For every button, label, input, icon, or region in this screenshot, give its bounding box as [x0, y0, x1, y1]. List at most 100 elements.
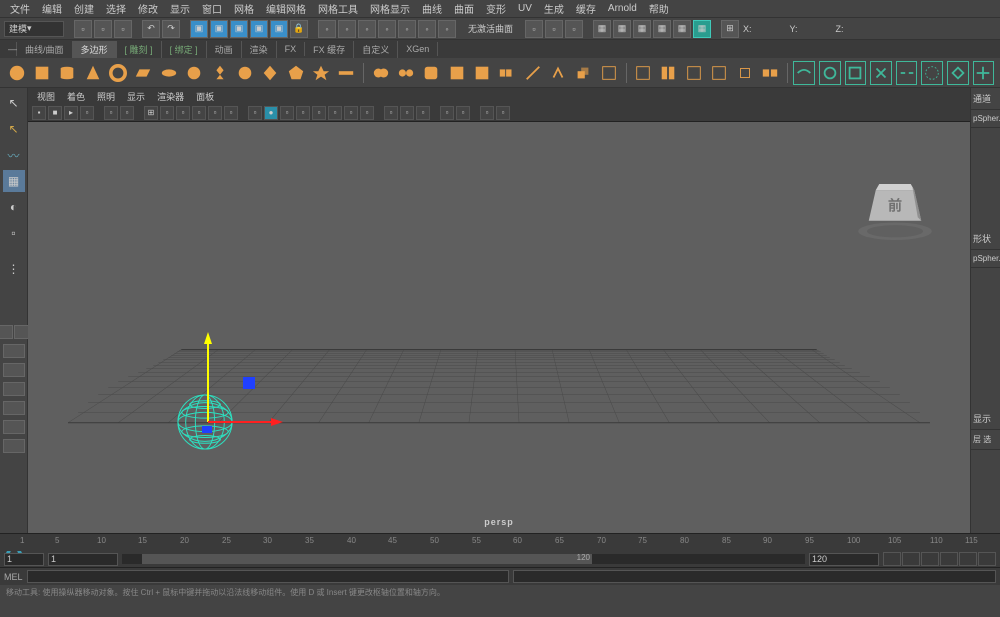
layout-button-1[interactable]: ▦ — [593, 20, 611, 38]
vp-img-plane-button[interactable]: ▫ — [80, 106, 94, 120]
script-type-label[interactable]: MEL — [4, 572, 23, 582]
vp-renderer-button[interactable]: ▫ — [480, 106, 494, 120]
polycylinder-icon[interactable] — [57, 61, 78, 85]
layout-button-2[interactable]: ▦ — [613, 20, 631, 38]
vp-select-camera-button[interactable]: ▪ — [32, 106, 46, 120]
menu-display[interactable]: 显示 — [164, 1, 196, 16]
vp-field-chart-button[interactable]: ▫ — [208, 106, 222, 120]
move-tool[interactable]: ▦ — [3, 170, 25, 192]
polysphere-icon[interactable] — [6, 61, 27, 85]
select-by-hierarchy-button[interactable]: ▣ — [230, 20, 248, 38]
play-forward-button[interactable] — [940, 552, 958, 566]
new-scene-button[interactable]: ▫ — [74, 20, 92, 38]
vp-2d-pan-button[interactable]: ▫ — [104, 106, 118, 120]
vp-wireframe-button[interactable]: ▫ — [248, 106, 262, 120]
multicut-icon[interactable] — [522, 61, 543, 85]
menu-cache[interactable]: 缓存 — [570, 1, 602, 16]
polycone-icon[interactable] — [82, 61, 103, 85]
extrude-icon[interactable] — [573, 61, 594, 85]
polygear-icon[interactable] — [234, 61, 255, 85]
layout-preset-1[interactable] — [3, 344, 25, 358]
shelf-tab-sculpt[interactable]: [ 雕刻 ] — [117, 41, 162, 58]
viewcube[interactable]: 前 — [850, 177, 940, 247]
polytorus-icon[interactable] — [107, 61, 128, 85]
shelf-collapse-button[interactable]: — — [0, 42, 17, 56]
vp-xray-button[interactable]: ▫ — [384, 106, 398, 120]
bevel-icon[interactable] — [632, 61, 653, 85]
vp-xray-joints-button[interactable]: ▫ — [400, 106, 414, 120]
undo-button[interactable]: ↶ — [142, 20, 160, 38]
menu-meshtools[interactable]: 网格工具 — [312, 1, 364, 16]
offset-edge-icon[interactable] — [708, 61, 729, 85]
rotate-tool[interactable]: ◐ — [3, 196, 25, 218]
menu-meshdisplay[interactable]: 网格显示 — [364, 1, 416, 16]
menu-mesh[interactable]: 网格 — [228, 1, 260, 16]
redo-button[interactable]: ↷ — [162, 20, 180, 38]
sculpt-relax-icon[interactable] — [845, 61, 867, 85]
vp-menu-show[interactable]: 显示 — [122, 90, 150, 103]
playback-start-input[interactable] — [48, 553, 118, 566]
layout-preset-4[interactable] — [3, 401, 25, 415]
vp-shadows-button[interactable]: ▫ — [296, 106, 310, 120]
menu-surface[interactable]: 曲面 — [448, 1, 480, 16]
snap-grid-button[interactable]: ◦ — [318, 20, 336, 38]
sculpt-flatten-icon[interactable] — [921, 61, 943, 85]
polysoccer-icon[interactable] — [260, 61, 281, 85]
sculpt-pinch-icon[interactable] — [896, 61, 918, 85]
range-slider[interactable]: 120 — [122, 554, 805, 564]
save-scene-button[interactable]: ▫ — [114, 20, 132, 38]
targetweld-icon[interactable] — [547, 61, 568, 85]
layout-preset-5[interactable] — [3, 420, 25, 434]
snap-live-button[interactable]: ◦ — [398, 20, 416, 38]
separate-icon[interactable] — [395, 61, 416, 85]
vp-grid-button[interactable]: ⊞ — [144, 106, 158, 120]
shelf-tab-render[interactable]: 渲染 — [242, 41, 277, 58]
snap-plane-button[interactable]: ◦ — [378, 20, 396, 38]
select-mask-button[interactable]: ▣ — [270, 20, 288, 38]
snap-edge-button[interactable]: ◦ — [438, 20, 456, 38]
shelf-tab-rigging[interactable]: [ 绑定 ] — [162, 41, 207, 58]
shelf-tab-anim[interactable]: 动画 — [207, 41, 242, 58]
menu-generate[interactable]: 生成 — [538, 1, 570, 16]
vp-menu-lighting[interactable]: 照明 — [92, 90, 120, 103]
bridge-icon[interactable] — [598, 61, 619, 85]
shelf-tab-xgen[interactable]: XGen — [398, 42, 438, 56]
boolean-icon[interactable] — [446, 61, 467, 85]
shelf-tab-custom[interactable]: 自定义 — [354, 41, 398, 58]
vp-isolate-button[interactable]: ▫ — [416, 106, 430, 120]
vp-resolution-gate-button[interactable]: ▫ — [176, 106, 190, 120]
workspace-dropdown[interactable]: 建模 ▾ — [4, 21, 64, 37]
polysuper-icon[interactable] — [310, 61, 331, 85]
layout-active-button[interactable]: ▦ — [693, 20, 711, 38]
render-button[interactable]: ▫ — [545, 20, 563, 38]
command-input[interactable] — [27, 570, 510, 583]
sculpt-icon[interactable] — [793, 61, 815, 85]
playback-end-input[interactable] — [809, 553, 879, 566]
menu-arnold[interactable]: Arnold — [602, 3, 643, 14]
layout-preset-2[interactable] — [3, 363, 25, 377]
menu-create[interactable]: 创建 — [68, 1, 100, 16]
vp-gate-mask-button[interactable]: ▫ — [192, 106, 206, 120]
last-tool[interactable]: ⋮ — [3, 258, 25, 280]
vp-film-gate-button[interactable]: ▫ — [160, 106, 174, 120]
quadrangulate-icon[interactable] — [497, 61, 518, 85]
viewport-3d[interactable]: 前 persp — [28, 122, 970, 533]
polytype-icon[interactable] — [336, 61, 357, 85]
ipr-button[interactable]: ▫ — [565, 20, 583, 38]
polycube-icon[interactable] — [31, 61, 52, 85]
display-layers-header[interactable]: 显示 — [971, 408, 1000, 430]
vp-textures-button[interactable]: ▫ — [360, 106, 374, 120]
layout-button-3[interactable]: ▦ — [633, 20, 651, 38]
channel-box-header[interactable]: 通道 — [971, 88, 1000, 110]
menu-file[interactable]: 文件 — [4, 1, 36, 16]
shape-object-name[interactable]: pSpher... — [971, 250, 1000, 268]
polyplane-icon[interactable] — [133, 61, 154, 85]
insert-edge-icon[interactable] — [683, 61, 704, 85]
paint-select-tool[interactable]: 〰 — [3, 144, 25, 166]
menu-deform[interactable]: 变形 — [480, 1, 512, 16]
vp-dof-button[interactable]: ▫ — [344, 106, 358, 120]
vp-menu-shading[interactable]: 着色 — [62, 90, 90, 103]
poke-icon[interactable] — [759, 61, 780, 85]
select-mode-button[interactable]: ▣ — [250, 20, 268, 38]
shelf-tab-fx[interactable]: FX — [277, 42, 306, 56]
